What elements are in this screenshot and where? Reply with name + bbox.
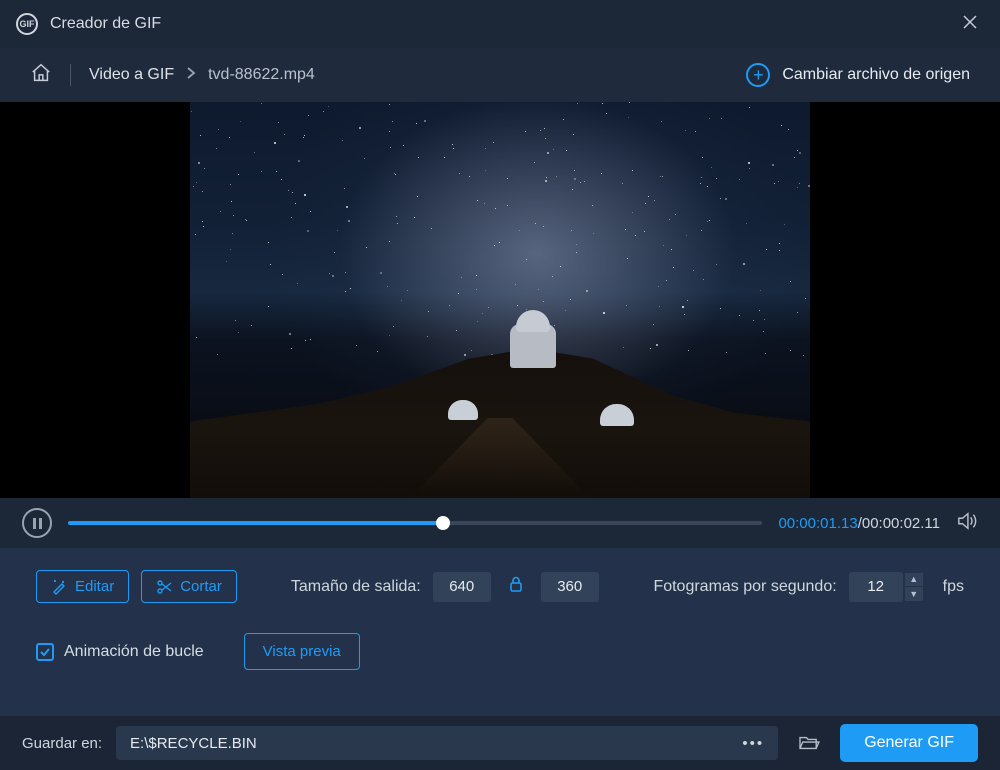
change-source-label: Cambiar archivo de origen [782, 66, 970, 84]
breadcrumb-root[interactable]: Video a GIF [89, 66, 174, 84]
browse-button[interactable]: ••• [742, 735, 764, 752]
time-readout: 00:00:01.13/00:00:02.11 [778, 515, 940, 532]
edit-label: Editar [75, 578, 114, 595]
home-icon [30, 62, 52, 84]
footer-row: Guardar en: E:\$RECYCLE.BIN ••• Generar … [0, 716, 1000, 770]
pause-icon [33, 518, 42, 529]
observatory-icon [510, 324, 556, 368]
loop-checkbox[interactable]: Animación de bucle [36, 643, 204, 661]
edit-button[interactable]: Editar [36, 570, 129, 603]
divider [70, 64, 71, 86]
output-size-label: Tamaño de salida: [291, 578, 421, 596]
settings-panel: Editar Cortar Tamaño de salida: Fotogram… [0, 548, 1000, 716]
wand-icon [51, 579, 67, 595]
time-total: /00:00:02.11 [858, 515, 940, 532]
fps-decrease-button[interactable]: ▼ [905, 587, 923, 601]
save-in-label: Guardar en: [22, 735, 102, 752]
home-button[interactable] [30, 62, 52, 89]
timeline-slider[interactable] [68, 513, 762, 533]
output-path-text: E:\$RECYCLE.BIN [130, 735, 730, 752]
cut-button[interactable]: Cortar [141, 570, 237, 603]
lock-icon [509, 576, 523, 592]
title-bar: GIF Creador de GIF [0, 0, 1000, 48]
lock-aspect-button[interactable] [509, 576, 523, 597]
close-button[interactable] [956, 8, 984, 41]
video-stage [0, 102, 1000, 498]
output-height-input[interactable] [541, 572, 599, 602]
fps-unit: fps [943, 578, 964, 596]
plus-circle-icon: + [746, 63, 770, 87]
loop-label: Animación de bucle [64, 643, 204, 661]
output-path-field[interactable]: E:\$RECYCLE.BIN ••• [116, 726, 778, 760]
check-icon [39, 646, 51, 658]
fps-label: Fotogramas por segundo: [653, 578, 836, 596]
breadcrumb-file: tvd-88622.mp4 [208, 66, 315, 84]
time-current: 00:00:01.13 [778, 515, 857, 532]
fps-stepper[interactable]: ▲ ▼ [849, 572, 923, 602]
fps-input[interactable] [849, 572, 903, 602]
app-title: Creador de GIF [50, 15, 956, 33]
fps-increase-button[interactable]: ▲ [905, 573, 923, 587]
change-source-button[interactable]: + Cambiar archivo de origen [746, 63, 970, 87]
chevron-right-icon [186, 66, 196, 85]
speaker-icon [956, 511, 978, 531]
folder-open-icon [798, 734, 820, 752]
pause-button[interactable] [22, 508, 52, 538]
app-logo-icon: GIF [16, 13, 38, 35]
volume-button[interactable] [956, 511, 978, 536]
video-preview[interactable] [190, 102, 810, 498]
open-folder-button[interactable] [792, 728, 826, 758]
cut-label: Cortar [180, 578, 222, 595]
playback-row: 00:00:01.13/00:00:02.11 [0, 498, 1000, 548]
scissors-icon [156, 579, 172, 595]
output-width-input[interactable] [433, 572, 491, 602]
close-icon [962, 14, 978, 30]
checkbox-box [36, 643, 54, 661]
preview-button[interactable]: Vista previa [244, 633, 360, 670]
header-row: Video a GIF tvd-88622.mp4 + Cambiar arch… [0, 48, 1000, 102]
generate-gif-button[interactable]: Generar GIF [840, 724, 978, 762]
